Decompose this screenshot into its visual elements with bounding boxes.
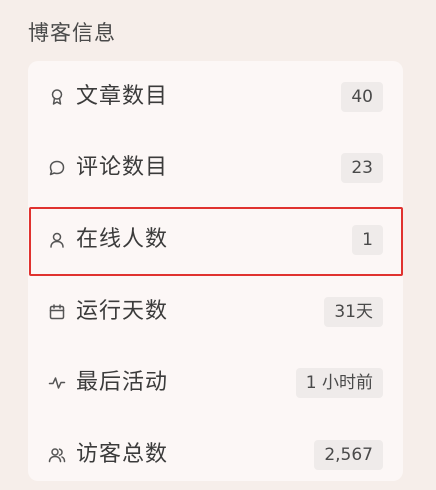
stat-row-last-activity[interactable]: 最后活动 1 小时前 xyxy=(28,347,403,418)
badge-icon xyxy=(48,88,66,106)
stat-value: 40 xyxy=(341,82,383,112)
stat-value: 2,567 xyxy=(314,440,383,470)
stat-value: 31天 xyxy=(324,297,383,327)
stat-row-articles[interactable]: 文章数目 40 xyxy=(28,61,403,132)
highlight-box xyxy=(29,207,403,276)
stat-row-runtime[interactable]: 运行天数 31天 xyxy=(28,276,403,347)
stat-row-comments[interactable]: 评论数目 23 xyxy=(28,132,403,203)
calendar-icon xyxy=(48,303,66,321)
stat-label: 评论数目 xyxy=(76,155,169,180)
stat-label: 最后活动 xyxy=(76,370,169,395)
stat-row-visitors[interactable]: 访客总数 2,567 xyxy=(28,419,403,490)
activity-icon xyxy=(48,374,66,392)
stat-value: 1 小时前 xyxy=(295,368,383,398)
comment-icon xyxy=(48,159,66,177)
users-icon xyxy=(48,446,66,464)
stat-label: 文章数目 xyxy=(76,84,169,109)
stat-label: 运行天数 xyxy=(76,299,169,324)
stat-label: 访客总数 xyxy=(76,442,169,467)
stat-value: 23 xyxy=(341,153,383,183)
section-title: 博客信息 xyxy=(28,21,116,45)
